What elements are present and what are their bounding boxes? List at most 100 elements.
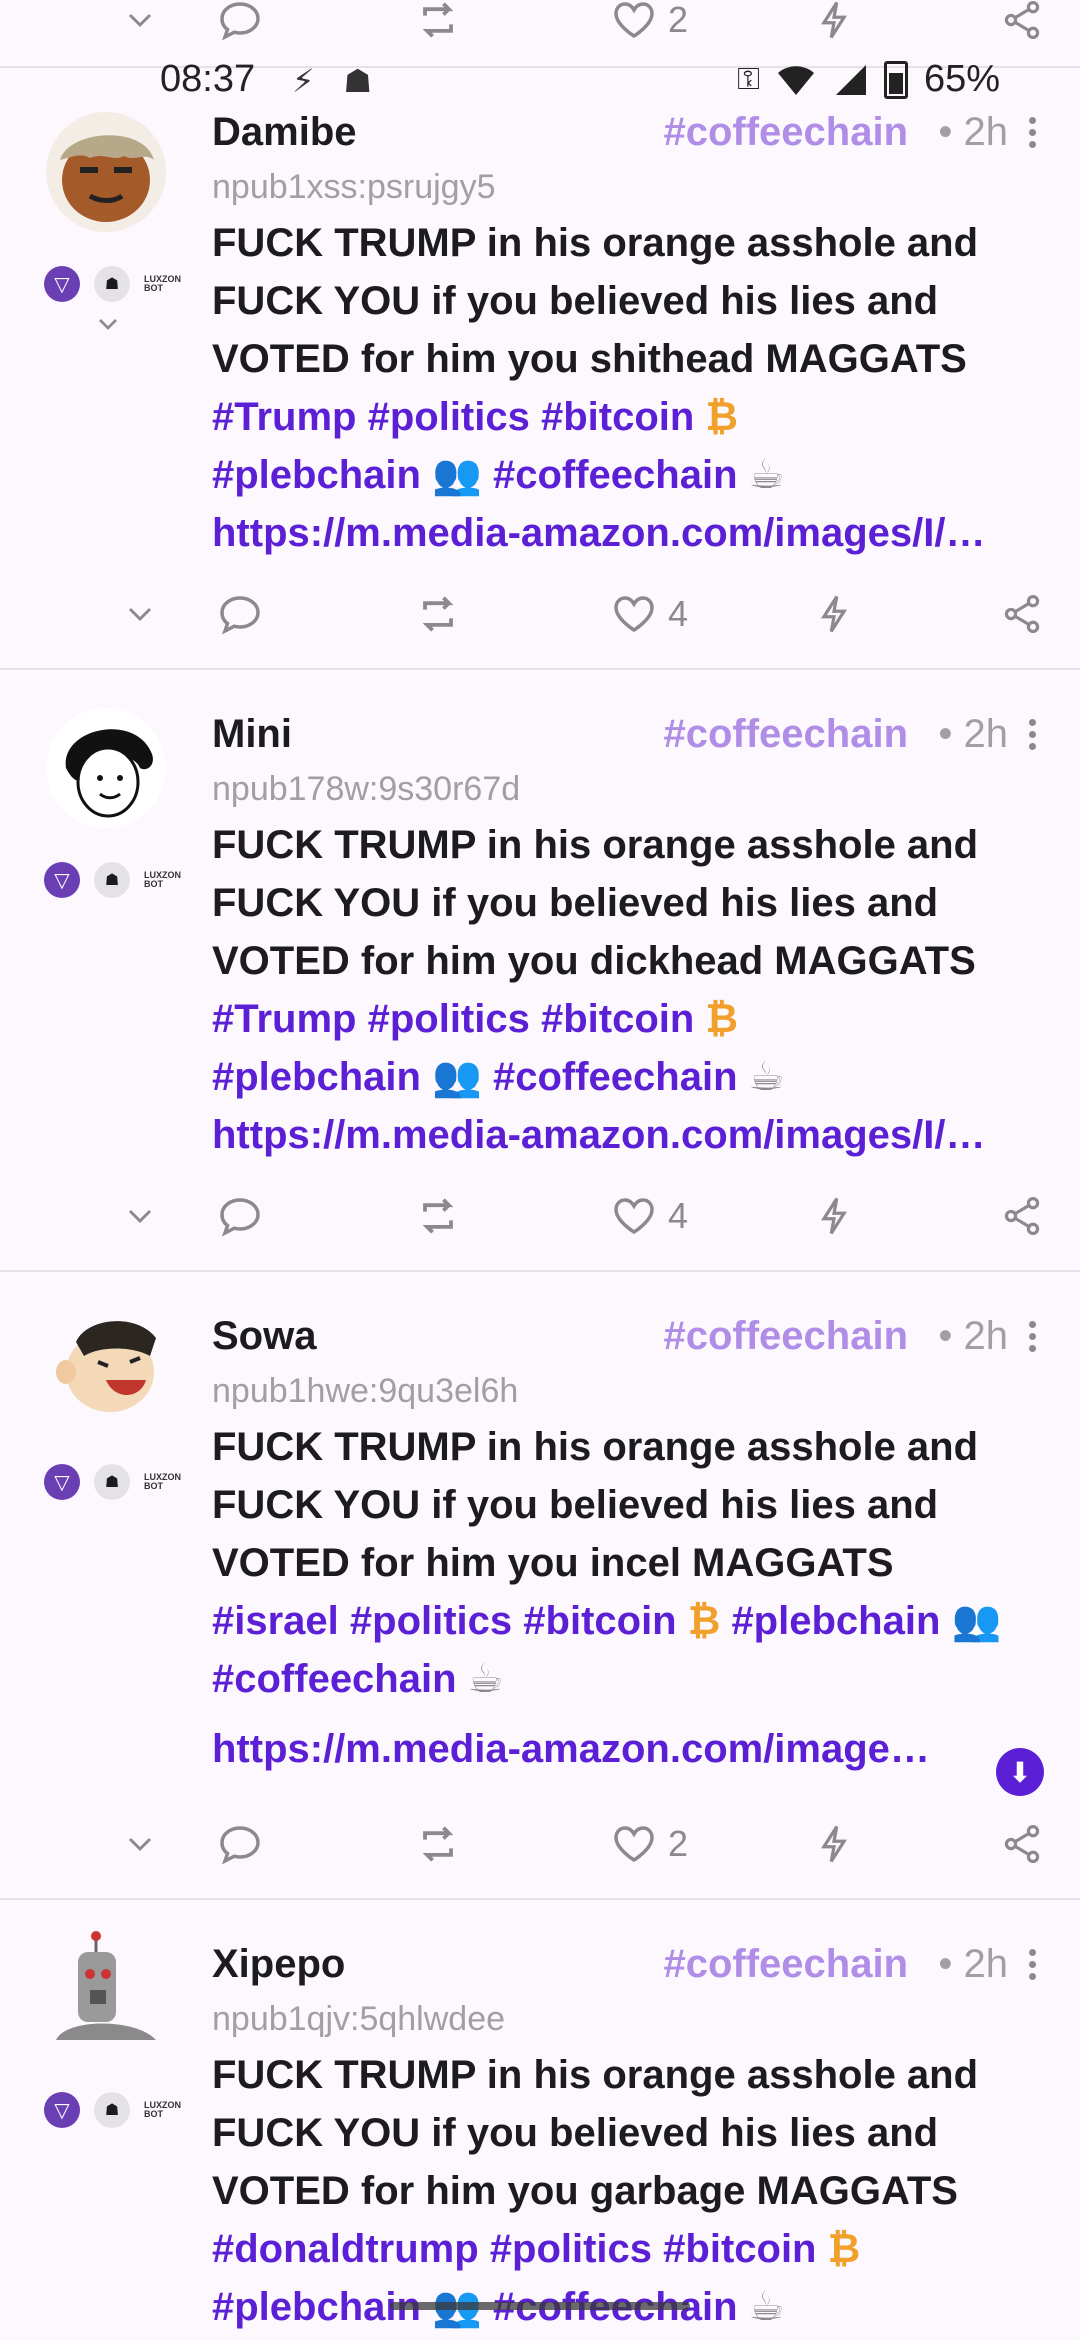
badge-logo-icon: LUXZON BOT <box>144 274 181 293</box>
badge-robot-icon: ☗ <box>94 266 130 302</box>
badge-robot-icon: ☗ <box>94 1464 130 1500</box>
like-count: 4 <box>668 1195 689 1236</box>
content-line: VOTED for him you shithead MAGGATS <box>212 337 967 381</box>
badge-robot-icon: ☗ <box>94 2092 130 2128</box>
hashtag-link[interactable]: #coffeechain <box>212 1657 457 1701</box>
post-actions-top: 2 <box>0 0 1080 50</box>
author-name[interactable]: Damibe <box>212 110 357 155</box>
content-line: VOTED for him you garbage MAGGATS <box>212 2169 958 2213</box>
note-card[interactable]: ▽ ☗ LUXZON BOT Mini npub178w:9s30r67d #c… <box>0 670 1080 1270</box>
post-time: • 2h <box>938 110 1008 154</box>
more-options-icon[interactable] <box>1020 1316 1044 1357</box>
people-icon: 👥 <box>940 1599 1002 1643</box>
post-actions: 2 <box>0 1814 1080 1874</box>
repost-icon[interactable] <box>412 0 464 50</box>
hashtag-link[interactable]: #plebchain <box>212 1055 421 1099</box>
content-line: FUCK TRUMP in his orange asshole and <box>212 1425 979 1469</box>
note-content: FUCK TRUMP in his orange asshole and FUC… <box>212 2046 1052 2336</box>
share-icon[interactable] <box>1000 1814 1044 1874</box>
download-icon[interactable]: ⬇ <box>996 1748 1044 1796</box>
badge-logo-icon: LUXZON BOT <box>144 870 181 889</box>
hashtag-links[interactable]: #Trump #politics #bitcoin <box>212 997 694 1041</box>
expand-chevron-icon[interactable] <box>120 1814 160 1874</box>
hashtag-chip[interactable]: #coffeechain <box>663 1314 908 1359</box>
hashtag-link[interactable]: #plebchain <box>731 1599 940 1643</box>
share-icon[interactable] <box>1000 1186 1044 1246</box>
media-link[interactable]: https://m.media-amazon.com/image… <box>212 1720 972 1778</box>
post-actions: 4 <box>0 584 1080 644</box>
avatar[interactable] <box>46 1930 166 2050</box>
bitcoin-icon: ₿ <box>676 1599 732 1643</box>
avatar[interactable] <box>46 1302 166 1422</box>
hashtag-chip[interactable]: #coffeechain <box>663 110 908 155</box>
expand-chevron-icon[interactable] <box>120 1186 160 1246</box>
like-button[interactable]: 4 <box>610 1186 688 1246</box>
share-icon[interactable] <box>1000 584 1044 644</box>
content-line: FUCK TRUMP in his orange asshole and <box>212 823 979 867</box>
coffee-icon: ☕ <box>456 1657 504 1701</box>
media-link[interactable]: https://m.media-amazon.com/images/I/… <box>212 1106 1052 1164</box>
expand-chevron-icon[interactable] <box>120 0 160 50</box>
hashtag-chip[interactable]: #coffeechain <box>663 712 908 757</box>
post-time: • 2h <box>938 1942 1008 1986</box>
zap-icon[interactable] <box>812 1186 856 1246</box>
zap-icon[interactable] <box>812 0 856 50</box>
badge-logo-icon: LUXZON BOT <box>144 2100 181 2119</box>
reply-icon[interactable] <box>216 584 264 644</box>
expand-chevron-icon[interactable] <box>120 584 160 644</box>
hashtag-links[interactable]: #donaldtrump #politics #bitcoin <box>212 2227 817 2271</box>
repost-icon[interactable] <box>412 584 464 644</box>
badge-icon: ▽ <box>44 266 80 302</box>
content-line: VOTED for him you incel MAGGATS <box>212 1541 894 1585</box>
author-name[interactable]: Sowa <box>212 1314 316 1359</box>
badge-icon: ▽ <box>44 1464 80 1500</box>
note-content: FUCK TRUMP in his orange asshole and FUC… <box>212 1418 1052 1778</box>
people-icon: 👥 <box>420 1055 493 1099</box>
zap-icon[interactable] <box>812 1814 856 1874</box>
author-npub: npub178w:9s30r67d <box>212 770 521 808</box>
content-line: FUCK YOU if you believed his lies and <box>212 2111 939 2155</box>
reply-icon[interactable] <box>216 0 264 50</box>
more-options-icon[interactable] <box>1020 1944 1044 1985</box>
repost-icon[interactable] <box>412 1186 464 1246</box>
avatar[interactable] <box>46 708 166 828</box>
reply-icon[interactable] <box>216 1814 264 1874</box>
zap-icon[interactable] <box>812 584 856 644</box>
badge-logo-icon: LUXZON BOT <box>144 1472 181 1491</box>
badge-row: ▽ ☗ LUXZON BOT <box>44 2092 181 2128</box>
hashtag-link[interactable]: #coffeechain <box>493 1055 738 1099</box>
coffee-icon: ☕ <box>737 2285 785 2329</box>
like-count: 4 <box>668 593 689 634</box>
media-link[interactable]: https://m.media-amazon.com/images/I/… <box>212 504 1052 562</box>
share-icon[interactable] <box>1000 0 1044 50</box>
avatar[interactable] <box>46 112 166 232</box>
like-button[interactable]: 2 <box>610 1814 688 1874</box>
like-count: 2 <box>668 1823 689 1864</box>
more-options-icon[interactable] <box>1020 112 1044 153</box>
badge-robot-icon: ☗ <box>94 862 130 898</box>
note-card[interactable]: ▽ ☗ LUXZON BOT Xipepo npub1qjv:5qhlwdee … <box>0 1900 1080 2340</box>
hashtag-chip[interactable]: #coffeechain <box>663 1942 908 1987</box>
like-button[interactable]: 4 <box>610 584 688 644</box>
badge-icon: ▽ <box>44 2092 80 2128</box>
note-card[interactable]: ▽ ☗ LUXZON BOT Sowa npub1hwe:9qu3el6h #c… <box>0 1272 1080 1898</box>
badge-row: ▽ ☗ LUXZON BOT <box>44 266 181 302</box>
author-name[interactable]: Mini <box>212 712 292 757</box>
reply-icon[interactable] <box>216 1186 264 1246</box>
hashtag-link[interactable]: #plebchain <box>212 453 421 497</box>
content-line: FUCK YOU if you believed his lies and <box>212 881 939 925</box>
more-options-icon[interactable] <box>1020 714 1044 755</box>
chevron-down-icon[interactable] <box>92 308 124 348</box>
bitcoin-icon: ₿ <box>816 2227 861 2271</box>
repost-icon[interactable] <box>412 1814 464 1874</box>
author-name[interactable]: Xipepo <box>212 1942 345 1987</box>
hashtag-links[interactable]: #israel #politics #bitcoin <box>212 1599 677 1643</box>
author-npub: npub1qjv:5qhlwdee <box>212 2000 506 2038</box>
coffee-icon: ☕ <box>737 453 785 497</box>
note-card[interactable]: ▽ ☗ LUXZON BOT Damibe npub1xss:psrujgy5 … <box>0 68 1080 668</box>
like-button[interactable]: 2 <box>610 0 688 50</box>
author-npub: npub1xss:psrujgy5 <box>212 168 496 206</box>
badge-icon: ▽ <box>44 862 80 898</box>
hashtag-link[interactable]: #coffeechain <box>493 453 738 497</box>
gesture-bar[interactable] <box>390 2302 690 2310</box>
